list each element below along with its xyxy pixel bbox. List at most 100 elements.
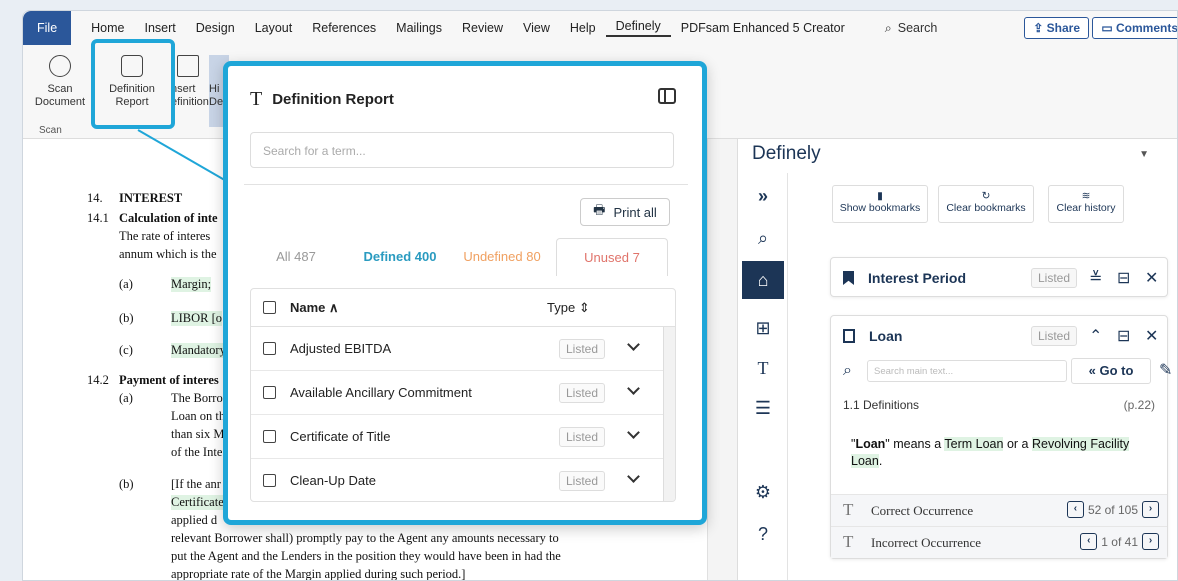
col-type-header[interactable]: Type ⇕ — [547, 300, 590, 316]
text-icon: T — [843, 500, 854, 519]
clear-bookmarks-button[interactable]: ↻ Clear bookmarks — [938, 185, 1034, 223]
search-icon[interactable]: ⌕ — [750, 225, 776, 251]
doc-num: (a) — [119, 391, 133, 405]
menu-home[interactable]: Home — [81, 21, 134, 35]
row-checkbox[interactable] — [263, 386, 276, 399]
doc-num: 14.1 — [87, 211, 109, 225]
doc-line: than six M — [171, 427, 225, 441]
callout-highlight — [91, 39, 175, 129]
row-checkbox[interactable] — [263, 342, 276, 355]
document-scrollbar[interactable] — [707, 139, 737, 580]
doc-line: Margin; — [171, 277, 212, 292]
menu-help[interactable]: Help — [560, 21, 606, 35]
table-scrollbar[interactable] — [663, 327, 675, 501]
expand-icon[interactable]: ≚ — [1089, 268, 1102, 288]
chevron-down-icon[interactable] — [627, 426, 640, 439]
col-name-header[interactable]: Name ∧ — [290, 300, 339, 316]
term-name: Certificate of Title — [290, 429, 391, 444]
table-row[interactable]: Certificate of Title Listed — [251, 415, 675, 459]
term-link[interactable]: Term Loan — [944, 437, 1004, 451]
doc-num: 14.2 — [87, 373, 109, 387]
scan-icon — [49, 55, 71, 77]
status-badge: Listed — [1031, 268, 1078, 288]
panel-icon[interactable]: ⊟ — [1117, 268, 1130, 288]
edit-icon[interactable]: ✎ — [1159, 360, 1172, 380]
table-row[interactable]: Clean-Up Date Listed — [251, 459, 675, 501]
list-icon[interactable]: ☰ — [750, 395, 776, 421]
menu-review[interactable]: Review — [452, 21, 513, 35]
menu-file[interactable]: File — [23, 11, 72, 45]
definition-text: "Loan" means a Term Loan or a Revolving … — [851, 436, 1161, 470]
close-icon[interactable]: ✕ — [1145, 326, 1158, 346]
prev-button[interactable]: ‹ — [1066, 501, 1084, 518]
share-button[interactable]: ⇪ Share — [1024, 17, 1089, 39]
tab-all[interactable]: All 487 — [244, 238, 348, 276]
home-icon[interactable]: ⌂ — [742, 261, 784, 299]
definition-page: (p.22) — [1123, 398, 1155, 412]
bookmark-filled-icon[interactable] — [843, 271, 854, 285]
doc-num: (c) — [119, 343, 133, 357]
panel-title: Definely — [752, 143, 821, 164]
tab-defined[interactable]: Defined 400 — [348, 238, 452, 276]
type-badge: Listed — [559, 427, 606, 447]
menu-search[interactable]: ⌕ Search — [885, 21, 938, 36]
menu-pdfsam[interactable]: PDFsam Enhanced 5 Creator — [671, 21, 855, 35]
definely-panel: Definely ▼ » ⌕ ⌂ ⊞ T ☰ ⚙ ? ▮ Show bookma… — [737, 139, 1177, 580]
menu-definely[interactable]: Definely — [605, 19, 671, 37]
next-button[interactable]: › — [1142, 501, 1159, 518]
panel-icon[interactable]: ⊟ — [1117, 326, 1130, 346]
doc-line: appropriate rate of the Margin applied d… — [171, 567, 466, 581]
scan-document-button[interactable]: Scan Document — [33, 55, 87, 109]
defined-term: Loan — [855, 437, 886, 451]
main-text-search-input[interactable]: Search main text... — [867, 360, 1067, 382]
bookmark-outline-icon[interactable] — [843, 329, 855, 343]
text-icon[interactable]: T — [750, 355, 776, 381]
comments-button[interactable]: ▭ Comments — [1092, 17, 1177, 39]
panel-menu-icon[interactable]: ▼ — [1139, 149, 1149, 160]
collapse-icon[interactable]: ⌃ — [1089, 326, 1102, 346]
dock-panel-icon[interactable] — [658, 88, 676, 104]
menu-mailings[interactable]: Mailings — [386, 21, 452, 35]
doc-subheading: Payment of interes — [119, 373, 219, 387]
doc-heading: INTEREST — [119, 191, 183, 205]
row-checkbox[interactable] — [263, 430, 276, 443]
chevron-down-icon[interactable] — [627, 470, 640, 483]
divider — [244, 184, 688, 185]
doc-line: The Borro — [171, 391, 223, 405]
menu-design[interactable]: Design — [186, 21, 245, 35]
next-button[interactable]: › — [1142, 533, 1159, 550]
table-row[interactable]: Available Ancillary Commitment Listed — [251, 371, 675, 415]
table-row[interactable]: Adjusted EBITDA Listed — [251, 327, 675, 371]
table-header: Name ∧ Type ⇕ — [251, 289, 675, 327]
doc-line: of the Inte — [171, 445, 223, 459]
term-search-input[interactable]: Search for a term... — [250, 132, 674, 168]
doc-line: LIBOR [o — [171, 311, 223, 326]
definition-card-interest-period[interactable]: Interest Period Listed ≚ ⊟ ✕ — [830, 257, 1168, 297]
chevron-down-icon[interactable] — [627, 382, 640, 395]
row-checkbox[interactable] — [263, 474, 276, 487]
insert-definition-button[interactable]: nsert efinition — [171, 55, 211, 109]
doc-line: Certificate — [171, 495, 224, 510]
menu-references[interactable]: References — [302, 21, 386, 35]
add-file-icon[interactable]: ⊞ — [750, 315, 776, 341]
tab-unused[interactable]: Unused 7 — [556, 238, 668, 276]
settings-icon[interactable]: ⚙ — [750, 479, 776, 505]
definition-text-part: or a — [1003, 437, 1032, 451]
menu-layout[interactable]: Layout — [245, 21, 303, 35]
terms-table: Name ∧ Type ⇕ Adjusted EBITDA Listed Ava… — [250, 288, 676, 502]
print-all-button[interactable]: 🖶 Print all — [580, 198, 670, 226]
menu-view[interactable]: View — [513, 21, 560, 35]
doc-num: (b) — [119, 477, 134, 491]
prev-button[interactable]: ‹ — [1080, 533, 1098, 550]
select-all-checkbox[interactable] — [263, 301, 276, 314]
tab-undefined[interactable]: Undefined 80 — [452, 238, 552, 276]
go-to-button[interactable]: « Go to — [1071, 358, 1151, 384]
show-bookmarks-button[interactable]: ▮ Show bookmarks — [832, 185, 928, 223]
status-badge: Listed — [1031, 326, 1078, 346]
collapse-icon[interactable]: » — [750, 183, 776, 209]
help-icon[interactable]: ? — [750, 521, 776, 547]
menu-insert[interactable]: Insert — [135, 21, 186, 35]
chevron-down-icon[interactable] — [627, 338, 640, 351]
close-icon[interactable]: ✕ — [1145, 268, 1158, 288]
clear-history-button[interactable]: ≋ Clear history — [1048, 185, 1124, 223]
